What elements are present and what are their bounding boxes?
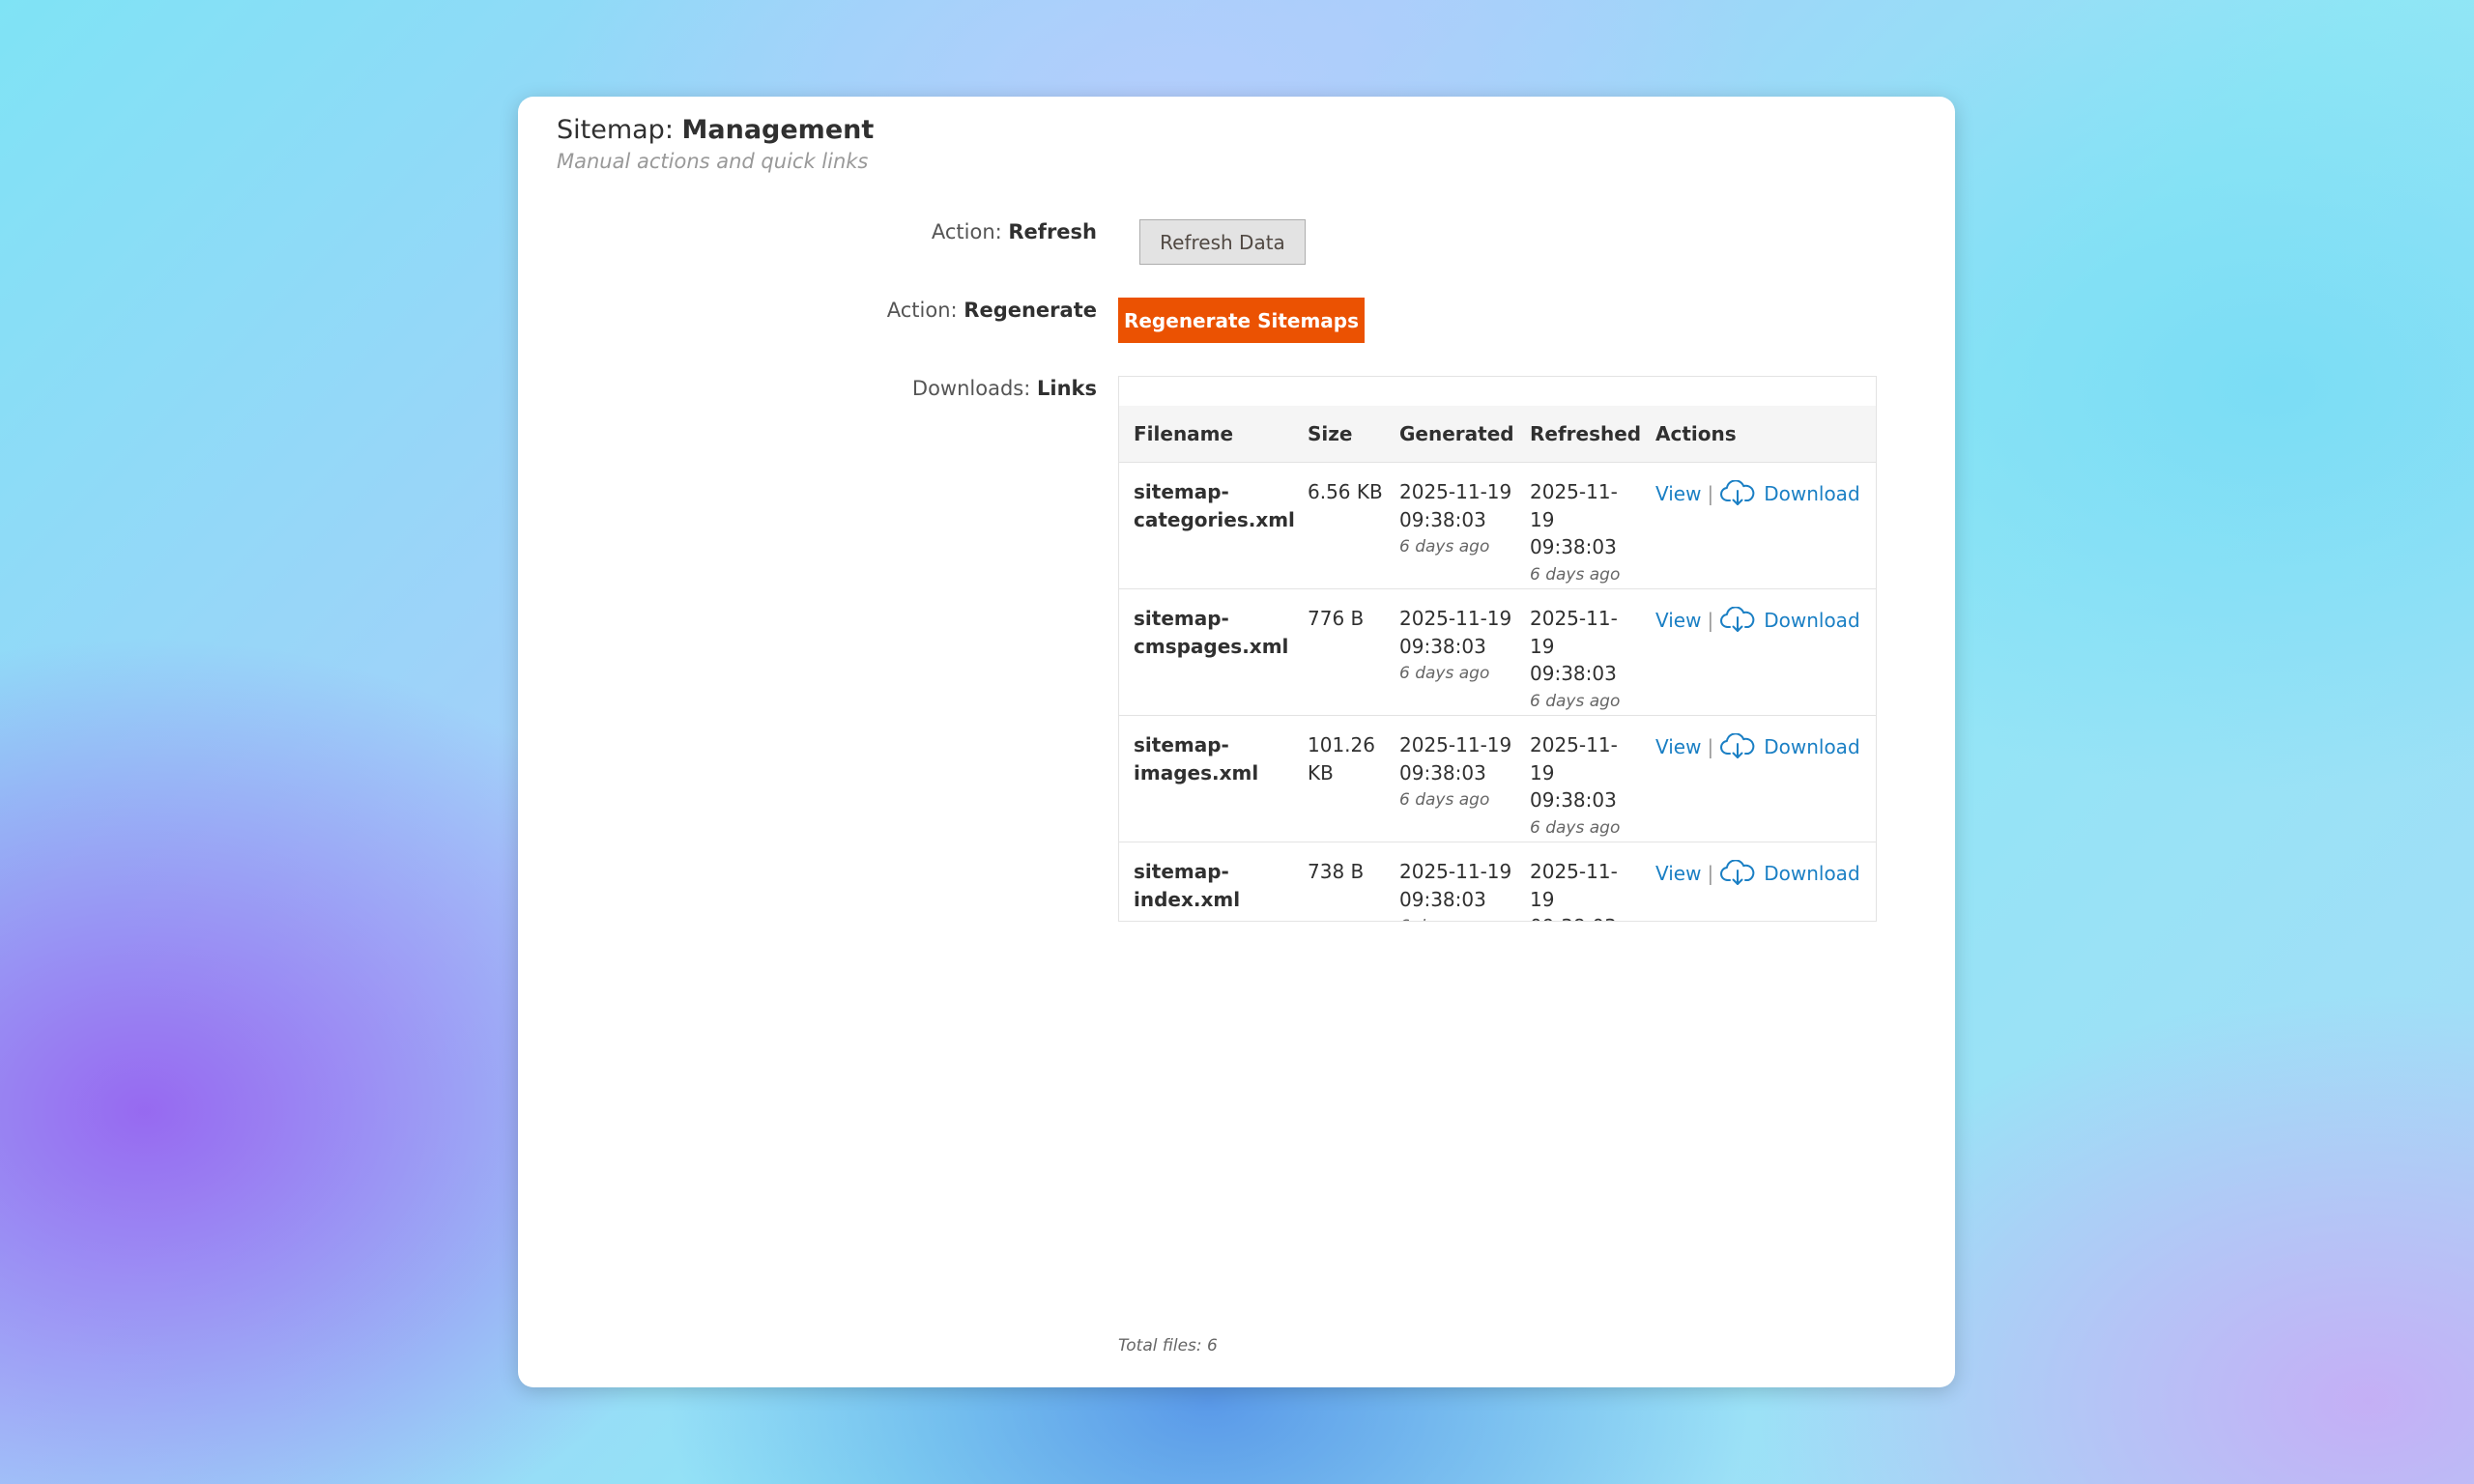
column-header-refreshed: Refreshed — [1515, 406, 1641, 463]
download-label: Download — [1764, 862, 1860, 885]
filename-cell: sitemap-cmspages.xml — [1119, 588, 1293, 716]
actions-cell: View | Download — [1641, 463, 1876, 589]
filename-cell: sitemap-index.xml — [1119, 842, 1293, 921]
regenerate-sitemaps-button[interactable]: Regenerate Sitemaps — [1118, 298, 1365, 343]
refresh-label-prefix: Action: — [931, 220, 1002, 243]
cloud-download-icon — [1720, 607, 1755, 632]
downloads-label: Downloads: Links — [710, 377, 1097, 401]
generated-datetime: 2025-11-19 09:38:03 — [1399, 607, 1512, 658]
refreshed-datetime: 2025-11-19 09:38:03 — [1530, 733, 1618, 812]
total-files: Total files: 6 — [1118, 1336, 1218, 1356]
downloads-table: Filename Size Generated Refreshed Action… — [1119, 406, 1876, 921]
download-link[interactable]: Download — [1719, 480, 1860, 505]
actions-cell: View | Download — [1641, 842, 1876, 921]
file-size: 738 B — [1308, 860, 1365, 883]
column-header-size: Size — [1293, 406, 1385, 463]
generated-cell: 2025-11-19 09:38:03 6 days ago — [1385, 842, 1515, 921]
view-link[interactable]: View — [1655, 482, 1701, 505]
filename-cell: sitemap-categories.xml — [1119, 463, 1295, 589]
size-cell: 6.56 KB — [1293, 463, 1385, 589]
page-subtitle: Manual actions and quick links — [557, 150, 869, 173]
column-header-actions: Actions — [1641, 406, 1876, 463]
regenerate-label-prefix: Action: — [886, 299, 958, 322]
file-size: 101.26 KB — [1308, 733, 1375, 785]
filename: sitemap-categories.xml — [1134, 480, 1295, 531]
generated-ago: 6 days ago — [1399, 664, 1490, 683]
generated-ago: 6 days ago — [1399, 537, 1490, 556]
generated-cell: 2025-11-19 09:38:03 6 days ago — [1385, 588, 1515, 716]
action-separator: | — [1707, 609, 1714, 632]
table-row: sitemap-images.xml 101.26 KB 2025-11-19 … — [1119, 715, 1876, 842]
cloud-download-icon — [1720, 733, 1755, 758]
downloads-label-prefix: Downloads: — [911, 377, 1031, 400]
refreshed-cell: 2025-11-19 09:38:03 6 days ago — [1515, 715, 1641, 842]
title-main: Management — [681, 115, 875, 145]
refreshed-ago: 6 days ago — [1530, 817, 1621, 838]
filename: sitemap-images.xml — [1134, 733, 1259, 785]
page-title: Sitemap: Management — [557, 113, 874, 147]
download-label: Download — [1764, 482, 1860, 505]
size-cell: 101.26 KB — [1293, 715, 1385, 842]
action-separator: | — [1707, 482, 1714, 505]
size-cell: 738 B — [1293, 842, 1385, 921]
action-separator: | — [1707, 735, 1714, 758]
sitemap-management-panel: Sitemap: Management Manual actions and q… — [518, 97, 1955, 1387]
title-prefix: Sitemap: — [557, 115, 674, 145]
refreshed-datetime: 2025-11-19 09:38:03 — [1530, 480, 1618, 558]
download-label: Download — [1764, 735, 1860, 758]
refresh-label-main: Refresh — [1008, 220, 1097, 243]
table-row: sitemap-cmspages.xml 776 B 2025-11-19 09… — [1119, 588, 1876, 716]
regenerate-action-label: Action: Regenerate — [710, 299, 1097, 323]
table-header-row: Filename Size Generated Refreshed Action… — [1119, 406, 1876, 463]
download-link[interactable]: Download — [1719, 607, 1860, 632]
generated-ago: 6 days ago — [1399, 913, 1515, 921]
download-link[interactable]: Download — [1719, 860, 1860, 885]
downloads-table-container: Filename Size Generated Refreshed Action… — [1118, 376, 1877, 922]
refreshed-datetime: 2025-11-19 09:38:03 — [1530, 860, 1618, 921]
actions-cell: View | Download — [1641, 715, 1876, 842]
refreshed-ago: 6 days ago — [1530, 564, 1621, 585]
filename: sitemap-cmspages.xml — [1134, 607, 1289, 658]
generated-ago: 6 days ago — [1399, 790, 1490, 810]
table-row: sitemap-index.xml 738 B 2025-11-19 09:38… — [1119, 842, 1876, 921]
cloud-download-icon — [1720, 480, 1755, 505]
filename: sitemap-index.xml — [1134, 860, 1241, 911]
refreshed-cell: 2025-11-19 09:38:03 6 days ago — [1515, 463, 1641, 589]
cloud-download-icon — [1720, 860, 1755, 885]
refreshed-cell: 2025-11-19 09:38:03 6 days ago — [1515, 842, 1641, 921]
table-row: sitemap-categories.xml 6.56 KB 2025-11-1… — [1119, 463, 1876, 589]
action-separator: | — [1707, 862, 1714, 885]
regenerate-label-main: Regenerate — [964, 299, 1097, 322]
refresh-action-label: Action: Refresh — [710, 220, 1097, 244]
refreshed-cell: 2025-11-19 09:38:03 6 days ago — [1515, 588, 1641, 716]
refreshed-ago: 6 days ago — [1530, 691, 1621, 711]
view-link[interactable]: View — [1655, 609, 1701, 632]
refreshed-datetime: 2025-11-19 09:38:03 — [1530, 607, 1618, 685]
column-header-filename: Filename — [1119, 406, 1293, 463]
downloads-label-main: Links — [1037, 377, 1097, 400]
size-cell: 776 B — [1293, 588, 1385, 716]
view-link[interactable]: View — [1655, 862, 1701, 885]
refresh-data-button[interactable]: Refresh Data — [1139, 219, 1306, 265]
file-size: 776 B — [1308, 607, 1365, 630]
generated-datetime: 2025-11-19 09:38:03 — [1399, 860, 1512, 911]
generated-cell: 2025-11-19 09:38:03 6 days ago — [1385, 715, 1515, 842]
download-link[interactable]: Download — [1719, 733, 1860, 758]
generated-cell: 2025-11-19 09:38:03 6 days ago — [1385, 463, 1515, 589]
generated-datetime: 2025-11-19 09:38:03 — [1399, 480, 1512, 531]
column-header-generated: Generated — [1385, 406, 1515, 463]
view-link[interactable]: View — [1655, 735, 1701, 758]
download-label: Download — [1764, 609, 1860, 632]
file-size: 6.56 KB — [1308, 480, 1383, 503]
filename-cell: sitemap-images.xml — [1119, 715, 1293, 842]
actions-cell: View | Download — [1641, 588, 1876, 716]
generated-datetime: 2025-11-19 09:38:03 — [1399, 733, 1512, 785]
